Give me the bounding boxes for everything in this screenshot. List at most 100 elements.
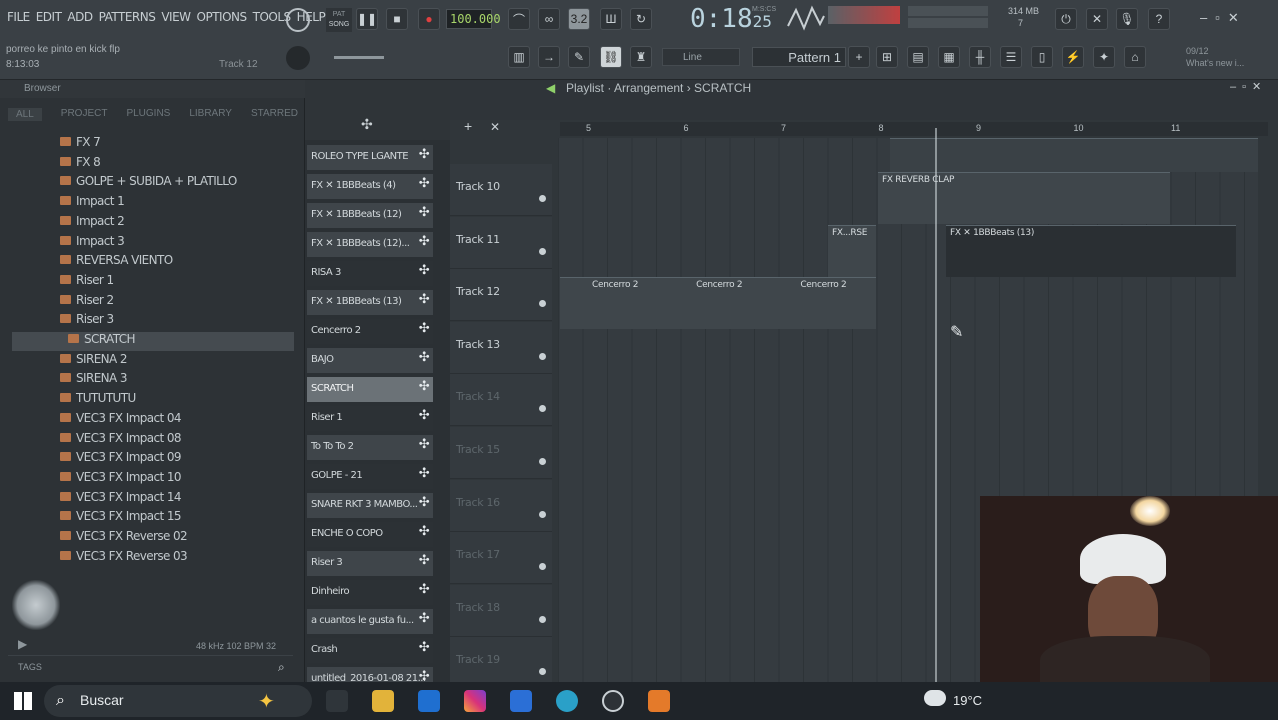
browser-item[interactable]: REVERSA VIENTO — [60, 253, 173, 272]
browser-item[interactable]: Riser 3 — [60, 312, 114, 331]
track-header[interactable]: Track 17 — [450, 532, 552, 585]
channel-item[interactable]: FX ✕ 1BBBeats (13) ✣ — [307, 290, 433, 315]
browser-item[interactable]: VEC3 FX Impact 14 — [60, 490, 182, 509]
record-button[interactable]: ● — [418, 8, 440, 30]
channel-target-icon[interactable]: ✣ — [417, 641, 431, 656]
browser-item[interactable]: VEC3 FX Reverse 03 — [60, 549, 188, 568]
file-explorer-icon[interactable] — [372, 690, 394, 712]
track-header[interactable]: Track 16 — [450, 479, 552, 532]
track-mute-button[interactable] — [539, 247, 546, 255]
channel-item[interactable]: Dinheiro ✣ — [307, 580, 433, 605]
track-mute-button[interactable] — [539, 668, 546, 676]
channel-item[interactable]: Riser 1 ✣ — [307, 406, 433, 431]
channel-target-icon[interactable]: ✣ — [417, 467, 431, 482]
brush-icon[interactable]: ✎ — [568, 46, 590, 68]
microphone-icon[interactable]: 🎙 — [1116, 8, 1138, 30]
channel-target-icon[interactable]: ✣ — [417, 496, 431, 511]
browser-item[interactable]: TUTUTUTU — [60, 391, 136, 410]
news-panel[interactable]: 09/12 What's new i... — [1186, 45, 1244, 69]
browser-item[interactable]: Riser 2 — [60, 293, 114, 312]
track-header[interactable]: Track 14 — [450, 374, 552, 427]
channel-item[interactable]: FX ✕ 1BBBeats (4) ✣ — [307, 174, 433, 199]
track-header[interactable]: Track 11 — [450, 216, 552, 269]
windows-start-icon[interactable] — [14, 692, 32, 710]
channel-target-icon[interactable]: ✣ — [417, 206, 431, 221]
browser-item[interactable]: SIRENA 3 — [60, 371, 128, 390]
stamp-icon[interactable]: ♜ — [630, 46, 652, 68]
menu-add[interactable]: ADD — [66, 10, 93, 24]
edge-icon[interactable] — [556, 690, 578, 712]
window-controls[interactable]: –▫✕ — [1200, 10, 1247, 26]
browser-item[interactable]: GOLPE + SUBIDA + PLATILLO — [60, 174, 237, 193]
browser-item[interactable]: FX 7 — [60, 135, 101, 154]
tab-starred[interactable]: STARRED — [251, 108, 298, 121]
undo-history-icon[interactable]: ⏻ — [1055, 8, 1077, 30]
clip-cencerro[interactable]: Cencerro 2 Cencerro 2 Cencerro 2 — [560, 277, 876, 329]
tab-all[interactable]: ALL — [8, 108, 42, 121]
channel-target-icon[interactable]: ✣ — [417, 351, 431, 366]
channel-item[interactable]: a cuantos le gusta fu... ✣ — [307, 609, 433, 634]
loop-record-icon[interactable]: ↻ — [630, 8, 652, 30]
track-header[interactable]: Track 13 — [450, 321, 552, 374]
tools-icon[interactable]: ✦ — [1093, 46, 1115, 68]
pattern-selector[interactable]: Pattern 1 — [752, 47, 846, 67]
channel-target-icon[interactable]: ✣ — [417, 554, 431, 569]
add-track-icon[interactable]: + — [464, 118, 472, 134]
playhead[interactable] — [935, 128, 937, 688]
clip-fx-rise[interactable]: FX...RSE — [828, 225, 876, 277]
clip-fx-top[interactable] — [890, 138, 1258, 172]
channel-options-icon[interactable]: ✣ — [361, 116, 373, 133]
fl-studio-icon[interactable] — [648, 690, 670, 712]
countdown-icon[interactable]: 3.2 — [568, 8, 590, 30]
browser-item[interactable]: Riser 1 — [60, 273, 114, 292]
tab-library[interactable]: LIBRARY — [189, 108, 232, 121]
browser-item[interactable]: VEC3 FX Impact 04 — [60, 411, 182, 430]
channel-target-icon[interactable]: ✣ — [417, 380, 431, 395]
close-track-icon[interactable]: ✕ — [490, 120, 500, 134]
stop-button[interactable]: ■ — [386, 8, 408, 30]
browser-item[interactable]: SCRATCH — [12, 332, 294, 351]
link-icon[interactable]: ⛓ — [600, 46, 622, 68]
browser-item[interactable]: VEC3 FX Reverse 02 — [60, 529, 188, 548]
browser-item[interactable]: Impact 2 — [60, 214, 125, 233]
channel-target-icon[interactable]: ✣ — [417, 235, 431, 250]
outlook-icon[interactable] — [418, 690, 440, 712]
play-button[interactable]: ❚❚ — [356, 8, 378, 30]
channel-item[interactable]: Crash ✣ — [307, 638, 433, 663]
clip-fx-13[interactable]: FX ✕ 1BBBeats (13) — [946, 225, 1236, 277]
mixer-icon[interactable]: ╫ — [969, 46, 991, 68]
channel-target-icon[interactable]: ✣ — [417, 148, 431, 163]
track-mute-button[interactable] — [539, 352, 546, 360]
menu-file[interactable]: FILE — [6, 10, 31, 24]
channel-target-icon[interactable]: ✣ — [417, 438, 431, 453]
wait-input-icon[interactable]: ∞ — [538, 8, 560, 30]
piano-roll-window-icon[interactable]: ▦ — [938, 46, 960, 68]
preview-play-icon[interactable]: ▶ — [18, 637, 27, 651]
piano-roll-icon[interactable]: ▥ — [508, 46, 530, 68]
track-header[interactable]: Track 18 — [450, 584, 552, 637]
browser-item[interactable]: Impact 3 — [60, 234, 125, 253]
tempo-display[interactable]: 100.000 — [446, 9, 501, 29]
pat-song-toggle[interactable]: PAT SONG — [326, 8, 352, 32]
channel-target-icon[interactable]: ✣ — [417, 409, 431, 424]
track-mute-button[interactable] — [539, 615, 546, 623]
channel-target-icon[interactable]: ✣ — [417, 177, 431, 192]
cpu-knob-icon[interactable] — [286, 8, 310, 32]
channel-item[interactable]: ENCHE O COPO ✣ — [307, 522, 433, 547]
menu-edit[interactable]: EDIT — [35, 10, 63, 24]
playlist-window-controls[interactable]: –▫✕ — [1230, 80, 1267, 93]
arrow-right-icon[interactable]: → — [538, 46, 560, 68]
app-icon[interactable] — [602, 690, 624, 712]
track-mute-button[interactable] — [539, 458, 546, 465]
channel-rack-icon[interactable]: ▤ — [907, 46, 929, 68]
tab-project[interactable]: PROJECT — [61, 108, 108, 121]
instagram-icon[interactable] — [464, 690, 486, 712]
shop-icon[interactable]: ⌂ — [1124, 46, 1146, 68]
browser-item[interactable]: VEC3 FX Impact 09 — [60, 450, 182, 469]
track-mute-button[interactable] — [539, 195, 546, 202]
store-icon[interactable] — [510, 690, 532, 712]
help-icon[interactable]: ? — [1148, 8, 1170, 30]
blend-notes-icon[interactable]: Ш — [600, 8, 622, 30]
snap-selector[interactable]: Line — [662, 48, 740, 66]
track-mute-button[interactable] — [539, 510, 546, 518]
